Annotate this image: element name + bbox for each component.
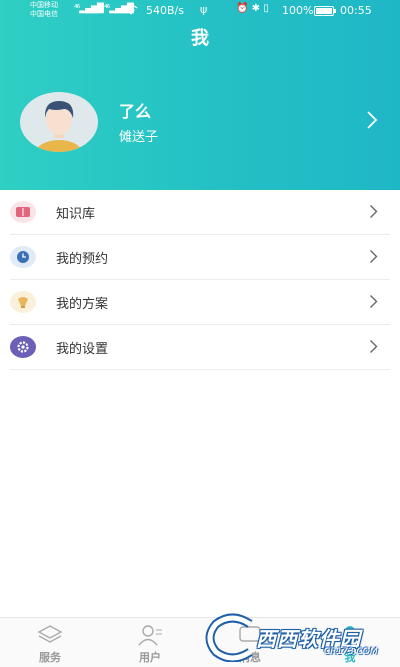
chevron-right-icon (369, 204, 378, 223)
watermark-logo: 西西软件园 CR173.COM (200, 612, 390, 662)
chevron-right-icon (369, 249, 378, 268)
user-list-icon (137, 624, 163, 650)
carrier-labels: 中国移动 中国电信 (30, 1, 58, 19)
menu-item-my-plans[interactable]: 我的方案 (10, 280, 390, 325)
signal-icon: ⁴⁶▂▄▆█ (74, 4, 104, 14)
menu-item-my-appointments[interactable]: 我的预约 (10, 235, 390, 280)
watermark-subtext: CR173.COM (324, 647, 378, 657)
watermark-c-icon (205, 613, 253, 662)
user-subtitle: 傩送子 (119, 130, 159, 145)
usb-icon: ψ (200, 3, 208, 16)
menu-item-label: 知识库 (56, 206, 96, 222)
menu-item-label: 我的预约 (56, 251, 109, 267)
menu-item-label: 我的设置 (56, 341, 109, 357)
wifi-icon (124, 4, 138, 18)
menu-item-my-settings[interactable]: 我的设置 (10, 325, 390, 370)
carrier-1: 中国移动 (30, 1, 58, 9)
user-name: 了么 (119, 102, 152, 121)
status-bar: 中国移动 中国电信 ⁴⁶▂▄▆█ ⁴⁶▂▄▆█ 540B/s ψ ⏰ ✱ ▯ 1… (0, 0, 400, 22)
alarm-bluetooth-vibrate-icons: ⏰ ✱ ▯ (236, 3, 269, 14)
clock-icon (10, 246, 36, 268)
battery-icon (314, 6, 336, 16)
profile-header: 中国移动 中国电信 ⁴⁶▂▄▆█ ⁴⁶▂▄▆█ 540B/s ψ ⏰ ✱ ▯ 1… (0, 0, 400, 190)
menu-item-label: 我的方案 (56, 296, 109, 312)
tab-label: 用户 (139, 651, 161, 664)
chevron-right-icon (369, 339, 378, 358)
chevron-right-icon[interactable] (366, 110, 378, 134)
avatar[interactable] (20, 92, 98, 152)
gear-icon (10, 336, 36, 358)
carrier-2: 中国电信 (30, 10, 58, 18)
net-speed: 540B/s (146, 4, 184, 17)
tab-users[interactable]: 用户 (100, 618, 200, 667)
menu-list: 知识库 我的预约 我的方案 我的设置 (0, 190, 400, 370)
battery-percent: 100% (282, 4, 314, 17)
status-time: 00:55 (340, 4, 372, 17)
book-icon (10, 201, 36, 223)
tab-service[interactable]: 服务 (0, 618, 100, 667)
tab-label: 服务 (39, 651, 61, 664)
battery-fill (316, 8, 332, 14)
plan-icon (10, 291, 36, 313)
layers-icon (37, 624, 63, 650)
page-title: 我 (191, 28, 209, 49)
chevron-right-icon (369, 294, 378, 313)
menu-item-knowledge-base[interactable]: 知识库 (10, 190, 390, 235)
